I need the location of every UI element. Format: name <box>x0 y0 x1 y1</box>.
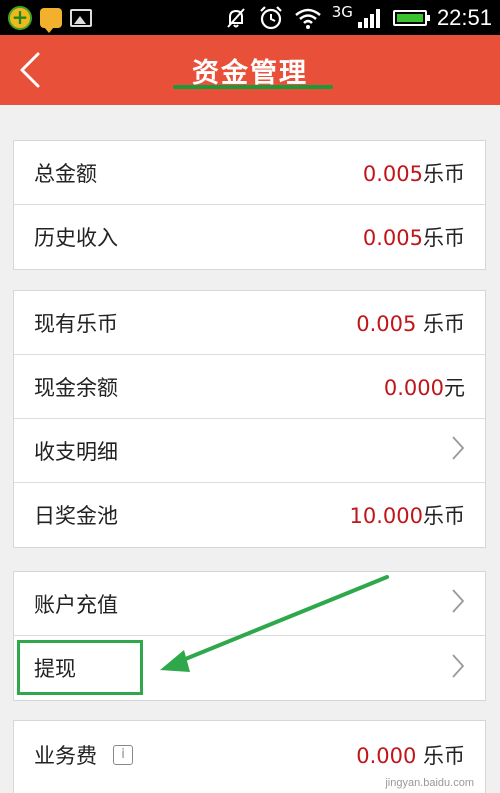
app-header: 资金管理 <box>0 35 500 105</box>
clock-time: 22:51 <box>436 4 492 30</box>
bell-off-icon <box>224 6 248 30</box>
list-item-history-income: 历史收入 0.005乐币 <box>14 205 485 269</box>
app-plus-icon: + <box>8 5 32 30</box>
row-value: 0.000 乐币 <box>356 744 465 768</box>
chevron-left-icon <box>20 52 40 88</box>
info-icon[interactable]: i <box>113 745 133 765</box>
row-label: 日奖金池 <box>34 504 118 528</box>
network-type-label: 3G <box>331 2 353 21</box>
row-label: 提现 <box>34 657 76 681</box>
list-item-daily-prize-pool: 日奖金池 10.000乐币 <box>14 483 485 547</box>
actions-group: 账户充值 提现 <box>13 571 486 701</box>
alarm-clock-icon <box>258 5 284 31</box>
row-value: 0.005 乐币 <box>356 311 465 336</box>
balance-group: 现有乐币 0.005 乐币 现金余额 0.000元 收支明细 日奖金池 10.0… <box>13 290 486 548</box>
row-label: 收支明细 <box>34 439 118 464</box>
back-button[interactable] <box>14 51 48 89</box>
row-value: 0.005乐币 <box>362 161 465 186</box>
row-value: 0.000元 <box>383 375 465 400</box>
list-item-total-amount: 总金额 0.005乐币 <box>14 141 485 205</box>
row-label: 历史收入 <box>34 226 118 250</box>
list-item-current-coins: 现有乐币 0.005 乐币 <box>14 291 485 355</box>
wifi-icon <box>294 6 322 30</box>
row-label: 账户充值 <box>34 592 118 617</box>
list-item-recharge[interactable]: 账户充值 <box>14 572 485 636</box>
row-label: 现有乐币 <box>34 311 118 336</box>
list-item-withdraw[interactable]: 提现 <box>14 636 485 700</box>
battery-icon <box>392 9 430 26</box>
chat-bubble-icon <box>40 7 62 33</box>
gallery-icon <box>70 8 92 27</box>
chevron-right-icon <box>451 435 465 466</box>
row-label: 业务费 <box>34 744 97 768</box>
row-label: 现金余额 <box>34 375 118 400</box>
list-item-transaction-details[interactable]: 收支明细 <box>14 419 485 483</box>
row-label: 总金额 <box>34 161 97 186</box>
page-title: 资金管理 <box>192 57 308 89</box>
chevron-right-icon <box>451 653 465 684</box>
title-underline-annotation <box>173 85 333 89</box>
chevron-right-icon <box>451 588 465 619</box>
summary-group: 总金额 0.005乐币 历史收入 0.005乐币 <box>13 140 486 270</box>
row-value: 10.000乐币 <box>349 504 465 528</box>
watermark: jingyan.baidu.com <box>385 777 474 789</box>
signal-icon <box>357 7 383 29</box>
status-bar: + 3G 22:51 <box>0 0 500 35</box>
list-item-cash-balance: 现金余额 0.000元 <box>14 355 485 419</box>
row-value: 0.005乐币 <box>362 226 465 250</box>
